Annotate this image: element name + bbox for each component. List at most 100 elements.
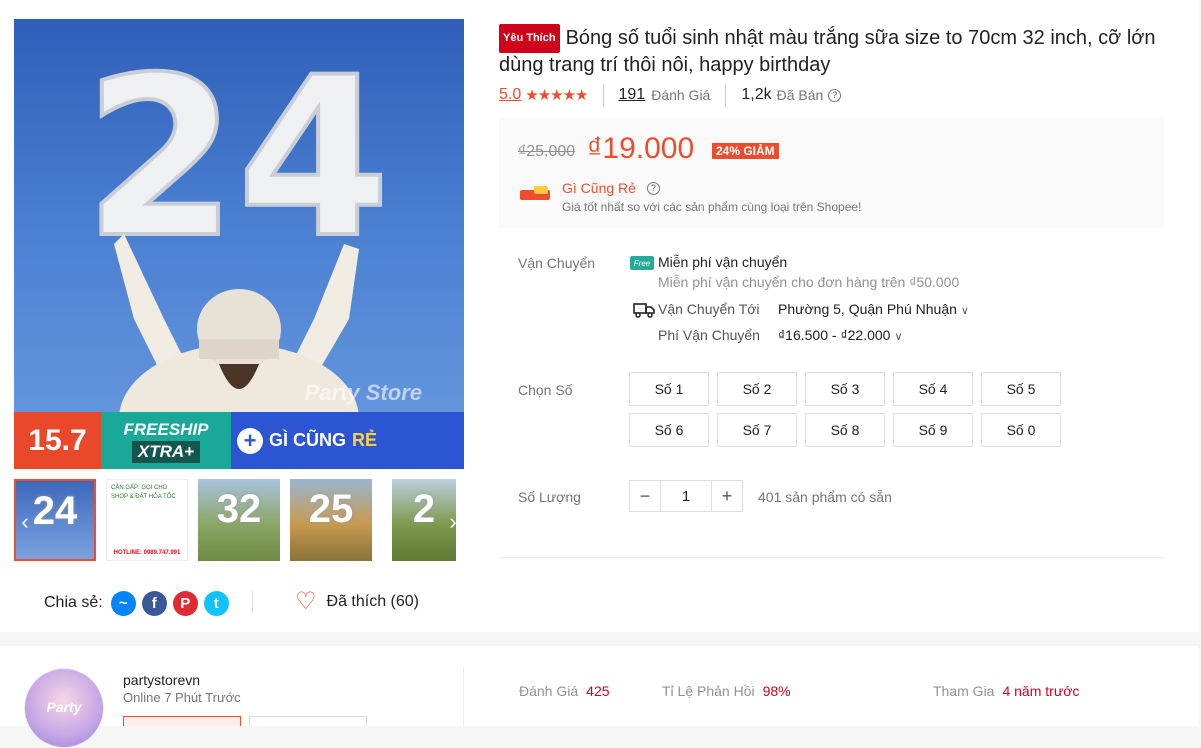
shop-name[interactable]: partystorevn <box>123 672 200 688</box>
shop-stat-label: Tham Gia <box>933 683 995 699</box>
avatar[interactable]: Party <box>24 668 104 748</box>
thumbnail-3[interactable]: 32 <box>198 479 280 561</box>
reviews-label: Đánh Giá <box>651 87 711 103</box>
pinterest-icon[interactable]: P <box>172 590 198 616</box>
free-shipping-icon: Free <box>630 256 654 270</box>
divider <box>725 84 727 106</box>
shop-stat-label: Đánh Giá <box>519 683 579 699</box>
product-stats: 5.0 ★★★★★ 191 Đánh Giá 1,2k Đã Bán ? <box>499 84 842 106</box>
thumbnail-number: 32 <box>216 487 262 531</box>
quantity-stepper: − 1 + <box>629 480 743 512</box>
shop-stat-value: 4 năm trước <box>1002 683 1080 699</box>
help-icon[interactable]: ? <box>646 181 660 195</box>
free-shipping-title: Miễn phí vận chuyển <box>658 254 788 270</box>
product-info: Yêu Thích Bóng số tuổi sinh nhật màu trắn… <box>499 24 1165 558</box>
variant-option[interactable]: Số 8 <box>805 413 885 447</box>
like-button[interactable]: ♡ Đã thích (60) <box>295 590 419 614</box>
heart-icon: ♡ <box>295 588 317 615</box>
favorite-badge: Yêu Thích <box>499 24 560 53</box>
stock-count: 401 sản phẩm có sẵn <box>758 489 892 505</box>
variant-option[interactable]: Số 6 <box>629 413 709 447</box>
gi-cung-re-logo-icon <box>520 186 550 200</box>
shipping-fee-selector[interactable]: ₫16.500 - ₫22.000 ∨ <box>778 327 903 343</box>
decrease-button[interactable]: − <box>629 480 661 512</box>
chevron-right-icon[interactable]: › <box>442 507 464 537</box>
xtra-label: XTRA+ <box>131 440 201 463</box>
chat-button[interactable] <box>123 716 241 726</box>
discount-badge: 24% GIẢM <box>712 143 779 159</box>
gi-cung-re-description: Giá tốt nhất so với các sản phẩm cùng lo… <box>562 200 862 214</box>
thumbnail-text: CẦN GẤP: GỌI CHO SHOP & ĐẶT HỎA TỐC <box>111 485 176 500</box>
shipping-fee-label: Phí Vận Chuyển <box>658 327 760 343</box>
chevron-left-icon[interactable]: ‹ <box>14 507 36 537</box>
shop-stat-value: 98% <box>762 683 791 699</box>
twitter-icon[interactable]: t <box>203 590 229 616</box>
gi-cung-re-banner: + GÌ CŨNG RẺ <box>231 412 464 469</box>
chevron-down-icon: ∨ <box>894 331 903 343</box>
thumbnail-hotline: HOTLINE: 0989.747.991 <box>113 550 181 556</box>
chevron-down-icon: ∨ <box>960 305 969 317</box>
variant-option[interactable]: Số 7 <box>717 413 797 447</box>
product-title-text: Bóng số tuổi sinh nhật màu trắng sữa siz… <box>499 27 1156 76</box>
avatar-text: Party <box>46 699 82 715</box>
like-count-label: Đã thích (60) <box>326 593 419 610</box>
current-price: ₫19.000 <box>587 132 695 165</box>
divider <box>602 84 604 106</box>
sold-label: Đã Bán <box>776 87 824 103</box>
ship-to-value: Phường 5, Quận Phú Nhuận <box>778 301 957 317</box>
quantity-input[interactable]: 1 <box>661 480 711 512</box>
product-title: Yêu Thích Bóng số tuổi sinh nhật màu trắn… <box>499 24 1165 78</box>
share-label: Chia sẻ: <box>44 594 103 611</box>
truck-icon <box>633 303 655 318</box>
thumbnail-number: 25 <box>308 487 354 531</box>
reviews-count[interactable]: 191 <box>619 86 646 104</box>
messenger-icon[interactable]: ~ <box>110 590 136 616</box>
price-box: ₫25.000 ₫19.000 24% GIẢM Gì Cũng Rẻ ? Gi… <box>499 118 1164 228</box>
divider <box>463 666 464 726</box>
help-icon[interactable]: ? <box>828 88 842 102</box>
rating-value[interactable]: 5.0 <box>499 86 521 104</box>
shop-card: Party partystorevn Online 7 Phút Trước Đ… <box>0 646 1199 748</box>
shipping-label: Vận Chuyển <box>518 255 596 271</box>
original-price: ₫25.000 <box>518 143 576 160</box>
variant-option[interactable]: Số 9 <box>893 413 973 447</box>
facebook-icon[interactable]: f <box>141 590 167 616</box>
shop-stat-value: 425 <box>586 683 610 699</box>
main-product-image[interactable]: 24 Party Store 15.7 FREESHIP XTRA+ + GÌ … <box>14 19 464 469</box>
freeship-label: FREESHIP <box>123 419 209 439</box>
increase-button[interactable]: + <box>711 480 743 512</box>
variant-option[interactable]: Số 5 <box>981 372 1061 406</box>
view-shop-button[interactable] <box>249 716 367 726</box>
shipping-fee-value: ₫16.500 - ₫22.000 <box>778 327 891 343</box>
thumbnail-2[interactable]: CẦN GẤP: GỌI CHO SHOP & ĐẶT HỎA TỐC HOTL… <box>106 479 188 561</box>
variant-option[interactable]: Số 0 <box>981 413 1061 447</box>
plus-icon: + <box>237 427 263 454</box>
freeship-xtra-badge: FREESHIP XTRA+ <box>101 412 231 469</box>
thumbnail-4[interactable]: 25 <box>290 479 372 561</box>
banner-gi-text: GÌ CŨNG <box>269 430 347 450</box>
variant-option[interactable]: Số 4 <box>893 372 973 406</box>
free-shipping-subtitle: Miễn phí vận chuyển cho đơn hàng trên ₫5… <box>658 274 960 290</box>
variant-option[interactable]: Số 2 <box>717 372 797 406</box>
promo-banner: 15.7 FREESHIP XTRA+ + GÌ CŨNG RẺ <box>14 412 464 469</box>
thumbnail-strip: 24 CẦN GẤP: GỌI CHO SHOP & ĐẶT HỎA TỐC H… <box>14 479 464 561</box>
ship-to-label: Vận Chuyển Tới <box>658 301 760 317</box>
shop-online-status: Online 7 Phút Trước <box>123 690 241 705</box>
ship-to-selector[interactable]: Phường 5, Quận Phú Nhuận ∨ <box>778 301 969 317</box>
variant-option[interactable]: Số 1 <box>629 372 709 406</box>
gi-cung-re-label: Gì Cũng Rẻ ? <box>562 180 660 196</box>
star-rating-icon: ★★★★★ <box>525 87 588 104</box>
shop-stat-reviews: Đánh Giá 425 <box>519 683 610 699</box>
variant-option[interactable]: Số 3 <box>805 372 885 406</box>
quantity-label: Số Lượng <box>518 489 581 505</box>
share-bar: Chia sẻ: ~ f P t <box>44 590 229 616</box>
sold-count: 1,2k <box>741 86 772 103</box>
gi-cung-re-text: Gì Cũng Rẻ <box>562 180 636 196</box>
banner-re-text: RẺ <box>352 430 378 450</box>
variant-label: Chọn Số <box>518 382 573 398</box>
shop-stat-label: Tỉ Lệ Phản Hồi <box>662 683 755 699</box>
shop-stat-response-rate: Tỉ Lệ Phản Hồi 98% <box>662 683 791 699</box>
shop-stat-joined: Tham Gia 4 năm trước <box>933 683 1079 699</box>
watermark: Party Store <box>304 380 422 405</box>
divider <box>499 557 1165 558</box>
